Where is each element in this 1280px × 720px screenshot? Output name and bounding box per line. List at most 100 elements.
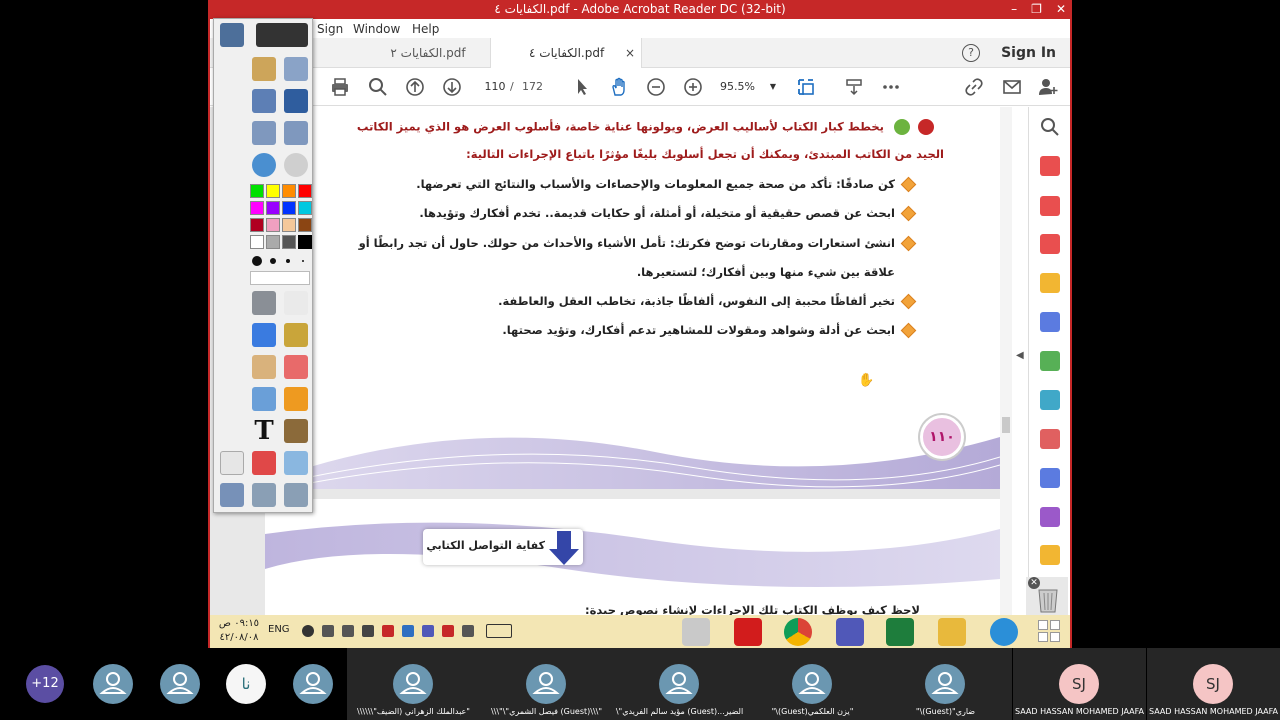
- teams-tray-icon[interactable]: [422, 625, 434, 637]
- start-windows-icon[interactable]: [1038, 620, 1060, 642]
- teams-app-icon[interactable]: [836, 618, 864, 646]
- file-explorer-icon[interactable]: [938, 618, 966, 646]
- network-icon[interactable]: [342, 625, 354, 637]
- scroll-mode-icon[interactable]: [844, 77, 864, 97]
- zoom-in-icon[interactable]: [683, 77, 703, 97]
- shapes-icon[interactable]: [284, 387, 308, 411]
- clock[interactable]: ٠٩:١٥ ص ٤٢/٠٨/٠٨: [216, 617, 262, 645]
- previous-page-icon[interactable]: [405, 77, 425, 97]
- play-icon[interactable]: [284, 153, 308, 177]
- fill-bucket-icon[interactable]: [252, 355, 276, 379]
- add-user-icon[interactable]: [1038, 77, 1058, 97]
- tray-app-icon[interactable]: [382, 625, 394, 637]
- highlighter-icon[interactable]: [252, 323, 276, 347]
- close-tab-icon[interactable]: ×: [625, 38, 635, 68]
- arrow-left-icon[interactable]: [284, 121, 308, 145]
- acrobat-app-icon[interactable]: [734, 618, 762, 646]
- language-indicator[interactable]: ENG: [268, 624, 290, 635]
- collapse-pane-icon[interactable]: ◀: [1016, 350, 1024, 361]
- tray-app-icon[interactable]: [322, 625, 334, 637]
- undo-icon[interactable]: [284, 483, 308, 507]
- color-swatch[interactable]: [250, 201, 264, 215]
- volume-icon[interactable]: [362, 625, 374, 637]
- signature-icon[interactable]: [284, 89, 308, 113]
- pen-tray-icon[interactable]: [462, 625, 474, 637]
- color-swatch[interactable]: [298, 184, 312, 198]
- recycle-bin[interactable]: ✕: [1026, 577, 1068, 615]
- settings-tools-icon[interactable]: [252, 291, 276, 315]
- pen-size-medium[interactable]: [270, 258, 276, 264]
- select-cursor-icon[interactable]: [572, 77, 592, 97]
- vertical-scrollbar[interactable]: [1000, 107, 1012, 615]
- certificate-icon[interactable]: [252, 57, 276, 81]
- organize-pages-icon[interactable]: [1040, 196, 1060, 216]
- tab-kafayat-4[interactable]: الكفايات ٤.pdf ×: [490, 38, 642, 68]
- color-swatch[interactable]: [266, 235, 280, 249]
- arrow-right-icon[interactable]: [252, 121, 276, 145]
- participant-tile[interactable]: "\(Guest)يزن العلكمي": [746, 648, 879, 720]
- pen-icon[interactable]: [284, 323, 308, 347]
- copy-page-icon[interactable]: [220, 451, 244, 475]
- link-icon[interactable]: [964, 77, 984, 97]
- pointer-icon[interactable]: [284, 291, 308, 315]
- color-swatch[interactable]: [266, 201, 280, 215]
- create-pdf-icon[interactable]: [1040, 234, 1060, 254]
- print-icon[interactable]: [330, 77, 350, 97]
- pen-size-small[interactable]: [286, 259, 290, 263]
- participant-tile[interactable]: \\\"\"فيصل الشمري (Guest)\\\": [480, 648, 613, 720]
- zoom-search-icon[interactable]: [368, 77, 388, 97]
- chrome-app-icon[interactable]: [784, 618, 812, 646]
- pen-size-large[interactable]: [252, 256, 262, 266]
- compress-pdf-icon[interactable]: [1040, 351, 1060, 371]
- menu-sign[interactable]: Sign: [317, 19, 343, 39]
- pen-tool-app-icon[interactable]: [682, 618, 710, 646]
- tray-app-icon[interactable]: [402, 625, 414, 637]
- participant-tile[interactable]: \"مؤيد سالم الفريدي (Guest)...الضير: [613, 648, 746, 720]
- participant-tile[interactable]: "\(Guest)"ضاري: [879, 648, 1012, 720]
- color-swatch[interactable]: [282, 184, 296, 198]
- line-tool-icon[interactable]: [252, 387, 276, 411]
- pen-size-tiny[interactable]: [302, 260, 304, 262]
- eraser-icon[interactable]: [284, 355, 308, 379]
- sign-in-button[interactable]: Sign In: [1001, 38, 1056, 68]
- text-tool-icon[interactable]: T: [252, 417, 276, 445]
- document-view[interactable]: يخطط كبار الكتاب لأساليب العرض، ويولونها…: [210, 107, 1000, 615]
- hand-tool-icon[interactable]: [609, 77, 629, 97]
- color-swatch[interactable]: [282, 235, 296, 249]
- participant-tile[interactable]: \\\\\\"عبدالملك الزهراني (الضيف": [347, 648, 480, 720]
- fill-sign-icon[interactable]: [1040, 429, 1060, 449]
- menu-window[interactable]: Window: [353, 19, 400, 39]
- color-swatch[interactable]: [250, 235, 264, 249]
- help-icon[interactable]: ?: [962, 44, 980, 62]
- globe-icon[interactable]: [252, 153, 276, 177]
- scroll-thumb[interactable]: [1002, 417, 1010, 433]
- search-icon[interactable]: [1040, 117, 1060, 137]
- zoom-level-select[interactable]: 95.5% ▼: [720, 78, 776, 96]
- color-swatch[interactable]: [282, 218, 296, 232]
- document-icon[interactable]: [284, 57, 308, 81]
- internet-explorer-icon[interactable]: [990, 618, 1018, 646]
- redo-icon[interactable]: [252, 483, 276, 507]
- share-screen-icon[interactable]: [256, 23, 308, 47]
- fit-page-icon[interactable]: [796, 77, 816, 97]
- participant-tile[interactable]: SJ SAAD HASSAN MOHAMED JAAFAR: [1013, 648, 1146, 720]
- pen-size-slider[interactable]: [250, 271, 310, 285]
- color-swatch[interactable]: [250, 184, 264, 198]
- next-page-icon[interactable]: [442, 77, 462, 97]
- export-pdf-icon[interactable]: [1040, 156, 1060, 176]
- pen-user-icon[interactable]: [220, 23, 244, 47]
- scan-icon[interactable]: [1040, 390, 1060, 410]
- spray-bottle-icon[interactable]: [284, 451, 308, 475]
- email-icon[interactable]: [1002, 77, 1022, 97]
- restore-button[interactable]: ❐: [1031, 0, 1042, 19]
- color-swatch[interactable]: [298, 218, 312, 232]
- excel-app-icon[interactable]: [886, 618, 914, 646]
- minimize-button[interactable]: –: [1011, 0, 1017, 19]
- color-swatch[interactable]: [250, 218, 264, 232]
- stamp-icon[interactable]: [1040, 545, 1060, 565]
- refresh-icon[interactable]: [252, 451, 276, 475]
- color-swatch[interactable]: [298, 201, 312, 215]
- screenshot-icon[interactable]: [220, 483, 244, 507]
- participant-tile[interactable]: SJ SAAD HASSAN MOHAMED JAAFAR: [1147, 648, 1280, 720]
- page-number-input[interactable]: 110: [482, 78, 508, 96]
